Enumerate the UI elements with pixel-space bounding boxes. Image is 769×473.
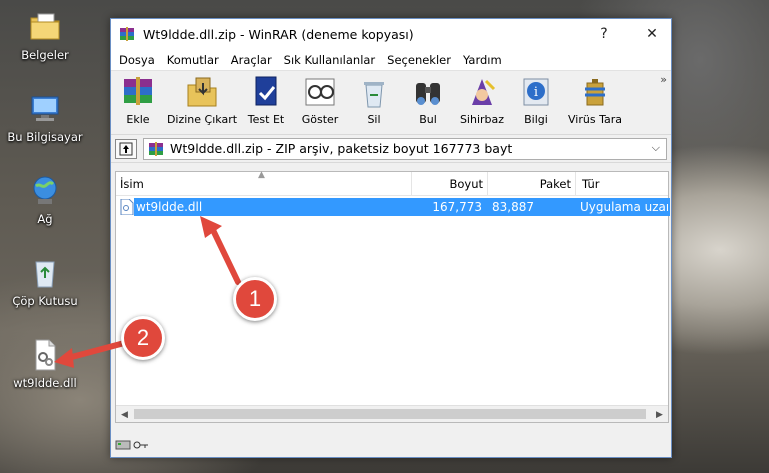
- menu-tools[interactable]: Araçlar: [225, 53, 278, 67]
- menu-commands[interactable]: Komutlar: [161, 53, 225, 67]
- close-button[interactable]: ✕: [637, 19, 667, 49]
- delete-button[interactable]: Sil: [347, 71, 401, 133]
- delete-icon: [354, 75, 394, 109]
- add-button[interactable]: Ekle: [111, 71, 165, 133]
- file-row[interactable]: wt9ldde.dll 167,773 83,887 Uygulama uzan: [118, 198, 670, 216]
- tool-label: Sihirbaz: [459, 113, 505, 126]
- desktop-icon-recycle-bin[interactable]: Çöp Kutusu: [0, 256, 90, 308]
- scroll-thumb[interactable]: [134, 409, 646, 419]
- tool-label: Göster: [301, 113, 339, 126]
- test-button[interactable]: Test Et: [239, 71, 293, 133]
- menu-file[interactable]: Dosya: [113, 53, 161, 67]
- column-size[interactable]: Boyut: [412, 172, 488, 196]
- tool-label: Dizine Çıkart: [166, 113, 238, 126]
- archive-icon: [148, 141, 164, 157]
- status-bar: [111, 433, 671, 457]
- wizard-button[interactable]: Sihirbaz: [455, 71, 509, 133]
- info-icon: i: [516, 75, 556, 109]
- test-icon: [246, 75, 286, 109]
- extract-to-button[interactable]: Dizine Çıkart: [165, 71, 239, 133]
- extract-to-icon: [182, 75, 222, 109]
- title-bar[interactable]: Wt9ldde.dll.zip - WinRAR (deneme kopyası…: [111, 19, 671, 49]
- desktop-icon-network[interactable]: Ağ: [0, 174, 90, 226]
- view-icon: [300, 75, 340, 109]
- desktop-icon-this-pc[interactable]: Bu Bilgisayar: [0, 92, 90, 144]
- tool-label: Sil: [367, 113, 381, 126]
- info-button[interactable]: i Bilgi: [509, 71, 563, 133]
- help-button[interactable]: ?: [589, 19, 619, 49]
- svg-text:i: i: [534, 85, 538, 100]
- desktop-icon-dll-file[interactable]: wt9ldde.dll: [0, 338, 90, 390]
- dll-file-icon: [120, 198, 134, 216]
- desktop-icon-documents[interactable]: Belgeler: [0, 10, 90, 62]
- path-dropdown-chevron-icon[interactable]: ⌵: [652, 141, 660, 155]
- file-packed: 83,887: [492, 200, 534, 214]
- tool-label: Bul: [419, 113, 437, 126]
- view-button[interactable]: Göster: [293, 71, 347, 133]
- dll-file-gear-icon: [28, 338, 62, 372]
- wizard-icon: [462, 75, 502, 109]
- archive-path-field[interactable]: Wt9ldde.dll.zip - ZIP arşiv, paketsiz bo…: [143, 137, 667, 160]
- column-header: İsim Boyut Paket Tür ▲: [116, 170, 668, 196]
- file-name: wt9ldde.dll: [134, 198, 234, 216]
- documents-folder-icon: [28, 10, 62, 44]
- step-badge-2: 2: [121, 316, 165, 360]
- drive-key-icon: [115, 440, 148, 450]
- computer-icon: [28, 92, 62, 126]
- menu-bar: Dosya Komutlar Araçlar Sık Kullanılanlar…: [111, 49, 671, 71]
- find-icon: [408, 75, 448, 109]
- horizontal-scrollbar[interactable]: ◀ ▶: [116, 405, 668, 422]
- up-folder-button[interactable]: [115, 138, 137, 159]
- file-list: İsim Boyut Paket Tür ▲ wt9ldde.dll 167,7…: [115, 170, 670, 423]
- winrar-window: Wt9ldde.dll.zip - WinRAR (deneme kopyası…: [110, 18, 672, 458]
- desktop-icon-label: Ağ: [37, 212, 53, 226]
- address-bar: Wt9ldde.dll.zip - ZIP arşiv, paketsiz bo…: [111, 135, 671, 163]
- menu-favorites[interactable]: Sık Kullanılanlar: [278, 53, 382, 67]
- toolbar-more-chevron-icon[interactable]: »: [660, 73, 667, 86]
- find-button[interactable]: Bul: [401, 71, 455, 133]
- tool-label: Test Et: [247, 113, 285, 126]
- up-arrow-icon: [119, 142, 133, 155]
- file-size: 167,773: [432, 200, 482, 214]
- desktop-icon-label: Çöp Kutusu: [12, 294, 78, 308]
- desktop-icon-label: wt9ldde.dll: [13, 376, 77, 390]
- network-globe-icon: [28, 174, 62, 208]
- menu-options[interactable]: Seçenekler: [381, 53, 457, 67]
- sort-ascending-icon: ▲: [258, 170, 265, 180]
- scroll-right-icon[interactable]: ▶: [651, 406, 668, 423]
- tool-label: Ekle: [126, 113, 150, 126]
- column-type[interactable]: Tür: [576, 172, 668, 196]
- desktop-icon-label: Bu Bilgisayar: [7, 130, 83, 144]
- column-packed[interactable]: Paket: [488, 172, 576, 196]
- toolbar: Ekle Dizine Çıkart Test Et Göster Sil Bu…: [111, 71, 671, 135]
- virus-scan-button[interactable]: Virüs Tara: [563, 71, 627, 133]
- add-archive-icon: [118, 75, 158, 109]
- virus-scan-icon: [575, 75, 615, 109]
- tool-label: Virüs Tara: [568, 113, 622, 126]
- scroll-left-icon[interactable]: ◀: [116, 406, 133, 423]
- file-type: Uygulama uzan: [580, 200, 668, 214]
- recycle-bin-icon: [28, 256, 62, 290]
- archive-path-text: Wt9ldde.dll.zip - ZIP arşiv, paketsiz bo…: [170, 141, 513, 156]
- menu-help[interactable]: Yardım: [457, 53, 508, 67]
- desktop-icon-label: Belgeler: [21, 48, 69, 62]
- window-title: Wt9ldde.dll.zip - WinRAR (deneme kopyası…: [143, 26, 414, 42]
- tool-label: Bilgi: [524, 113, 548, 126]
- step-badge-1: 1: [233, 277, 277, 321]
- winrar-app-icon: [119, 26, 135, 42]
